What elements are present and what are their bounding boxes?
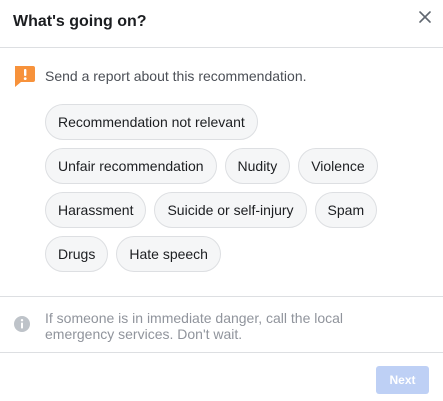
option-row: Recommendation not relevant: [45, 104, 425, 140]
emergency-notice-text: If someone is in immediate danger, call …: [45, 310, 344, 342]
dialog-title: What's going on?: [13, 13, 147, 30]
report-dialog: What's going on? Send a report about thi…: [0, 0, 443, 401]
info-icon: [13, 315, 31, 333]
next-button[interactable]: Next: [376, 366, 429, 394]
option-chip[interactable]: Recommendation not relevant: [45, 104, 258, 140]
option-row: Harassment Suicide or self-injury Spam: [45, 192, 425, 228]
option-chip[interactable]: Hate speech: [116, 236, 221, 272]
dialog-header: What's going on?: [0, 0, 443, 48]
report-options: Recommendation not relevant Unfair recomm…: [45, 104, 425, 280]
option-chip[interactable]: Unfair recommendation: [45, 148, 217, 184]
flag-alert-icon: [13, 64, 37, 88]
option-chip[interactable]: Spam: [314, 192, 378, 228]
divider: [0, 296, 443, 297]
option-chip[interactable]: Suicide or self-injury: [154, 192, 307, 228]
option-row: Unfair recommendation Nudity Violence: [45, 148, 425, 184]
divider: [0, 352, 443, 353]
option-row: Drugs Hate speech: [45, 236, 425, 272]
option-chip[interactable]: Drugs: [45, 236, 109, 272]
option-chip[interactable]: Harassment: [45, 192, 147, 228]
close-icon[interactable]: [414, 6, 436, 28]
report-prompt-text: Send a report about this recommendation.: [45, 68, 307, 84]
option-chip[interactable]: Nudity: [224, 148, 291, 184]
emergency-notice: If someone is in immediate danger, call …: [13, 310, 433, 344]
option-chip[interactable]: Violence: [298, 148, 378, 184]
